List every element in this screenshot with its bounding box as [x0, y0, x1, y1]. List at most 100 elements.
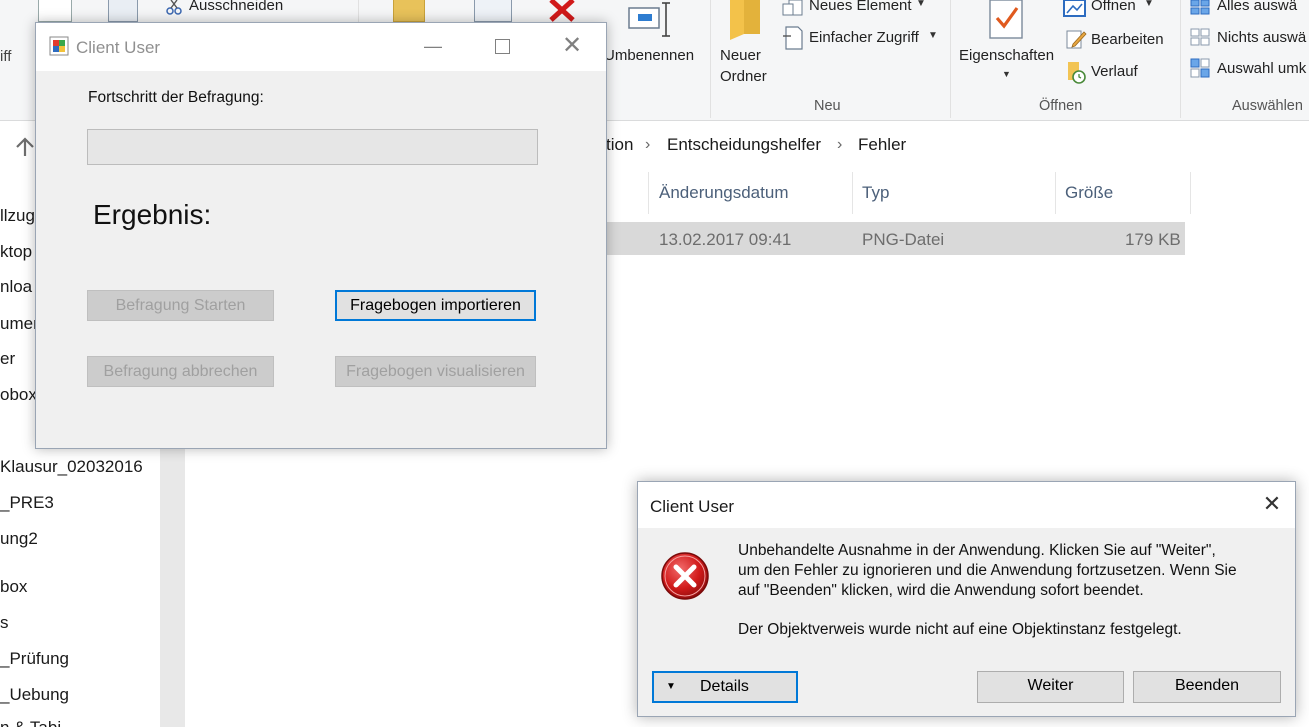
breadcrumb-item-2[interactable]: Fehler	[858, 135, 906, 155]
easy-access-label: Einfacher Zugriff	[809, 29, 919, 46]
client-user-window: Client User — ✕ Fortschritt der Befragun…	[35, 22, 607, 449]
continue-button[interactable]: Weiter	[977, 671, 1124, 703]
invert-selection-button[interactable]: Auswahl umk	[1188, 58, 1309, 82]
progress-label: Fortschritt der Befragung:	[88, 89, 264, 106]
error-message-line-3: auf "Beenden" klicken, wird die Anwendun…	[738, 582, 1144, 599]
chevron-down-icon: ▼	[916, 0, 926, 9]
nav-item[interactable]: ung2	[0, 529, 38, 549]
group-label-select: Auswählen	[1232, 98, 1303, 114]
history-button[interactable]: Verlauf	[1062, 60, 1162, 84]
nav-item[interactable]: ktop	[0, 242, 32, 262]
nav-item[interactable]: llzug	[0, 206, 35, 226]
paste-icon[interactable]	[108, 0, 138, 22]
group-label-new: Neu	[814, 98, 841, 114]
dialog-titlebar[interactable]: Client User ✕	[638, 482, 1295, 528]
window-titlebar[interactable]: Client User — ✕	[36, 23, 606, 71]
edit-button[interactable]: Bearbeiten	[1062, 28, 1172, 52]
properties-button[interactable]: Eigenschaften ▼	[956, 0, 1058, 90]
error-icon	[661, 552, 709, 600]
cancel-survey-button[interactable]: Befragung abbrechen	[87, 356, 274, 387]
nav-item[interactable]: n & Tabi	[0, 718, 61, 727]
folder-icon	[730, 0, 760, 40]
group-label-open: Öffnen	[1039, 98, 1083, 114]
chevron-down-icon: ▼	[928, 30, 938, 41]
import-questionnaire-button[interactable]: Fragebogen importieren	[335, 290, 536, 321]
cut-button[interactable]: Ausschneiden	[162, 0, 292, 18]
nav-item[interactable]: _Uebung	[0, 685, 69, 705]
nav-item[interactable]: er	[0, 349, 15, 369]
visualize-questionnaire-button[interactable]: Fragebogen visualisieren	[335, 356, 536, 387]
nav-item[interactable]: _PRE3	[0, 493, 54, 513]
nav-item[interactable]: _Prüfung	[0, 649, 69, 669]
close-icon: ✕	[1262, 491, 1282, 516]
open-button[interactable]: Öffnen ▼	[1062, 0, 1162, 20]
edit-label: Bearbeiten	[1091, 31, 1164, 48]
new-item-icon	[782, 0, 803, 16]
ribbon-partial-label: iff	[0, 48, 12, 65]
easy-access-icon	[783, 26, 803, 50]
quit-button[interactable]: Beenden	[1133, 671, 1281, 703]
select-none-button[interactable]: Nichts auswä	[1188, 28, 1309, 50]
breadcrumb-item-0[interactable]: tion	[606, 135, 633, 155]
minimize-icon: —	[424, 36, 442, 56]
new-folder-label-2: Ordner	[720, 68, 767, 85]
breadcrumb-item-1[interactable]: Entscheidungshelfer	[667, 135, 821, 155]
error-detail: Der Objektverweis wurde nicht auf eine O…	[738, 621, 1182, 638]
nav-item[interactable]: obox	[0, 385, 37, 405]
window-title: Client User	[76, 38, 161, 57]
new-folder-button[interactable]: Neuer Ordner	[716, 0, 776, 90]
new-item-label: Neues Element	[809, 0, 912, 14]
result-heading: Ergebnis:	[93, 199, 212, 230]
invert-selection-icon	[1190, 58, 1210, 78]
app-icon	[49, 36, 69, 56]
nav-item[interactable]: box	[0, 577, 27, 597]
minimize-button[interactable]: —	[410, 23, 456, 71]
up-arrow-icon[interactable]	[14, 136, 36, 158]
chevron-down-icon: ▼	[1144, 0, 1154, 9]
error-message-line-1: Unbehandelte Ausnahme in der Anwendung. …	[738, 542, 1216, 559]
new-folder-label-1: Neuer	[720, 47, 761, 64]
progress-bar	[87, 129, 538, 165]
navigation-scrollbar[interactable]	[160, 440, 185, 727]
edit-icon	[1066, 30, 1087, 49]
maximize-button[interactable]	[479, 23, 525, 71]
details-button[interactable]: ▼ Details	[652, 671, 798, 703]
file-date: 13.02.2017 09:41	[659, 230, 792, 249]
nav-item[interactable]: nloa	[0, 277, 32, 297]
copy-to-icon[interactable]	[474, 0, 512, 22]
invert-selection-label: Auswahl umk	[1217, 60, 1307, 77]
select-all-icon	[1190, 0, 1210, 15]
details-label: Details	[700, 678, 749, 695]
nav-item[interactable]: Klausur_02032016	[0, 457, 143, 477]
select-none-icon	[1190, 28, 1210, 46]
maximize-icon	[494, 39, 510, 54]
move-to-icon[interactable]	[393, 0, 425, 22]
open-icon	[1063, 0, 1086, 17]
column-header-date[interactable]: Änderungsdatum	[659, 183, 788, 203]
rename-label: Umbenennen	[604, 47, 695, 64]
breadcrumb-chevron-icon: ›	[645, 136, 651, 153]
dialog-close-button[interactable]: ✕	[1249, 482, 1295, 528]
breadcrumb-chevron-icon: ›	[837, 136, 843, 153]
error-dialog: Client User ✕ Unbehandelte Ausnahme in d…	[637, 481, 1296, 717]
column-header-type[interactable]: Typ	[862, 183, 889, 203]
rename-icon	[628, 2, 670, 37]
column-header-size[interactable]: Größe	[1065, 183, 1113, 203]
error-message-line-2: um den Fehler zu ignorieren und die Anwe…	[738, 562, 1237, 579]
select-all-button[interactable]: Alles auswä	[1188, 0, 1309, 20]
scissors-icon	[166, 0, 182, 15]
copy-path-icon[interactable]	[38, 0, 72, 22]
rename-button[interactable]: Umbenennen	[604, 0, 700, 70]
nav-item[interactable]: s	[0, 613, 9, 633]
properties-icon	[989, 0, 1023, 39]
new-item-button[interactable]: Neues Element ▼	[780, 0, 930, 20]
easy-access-button[interactable]: Einfacher Zugriff ▼	[780, 26, 940, 52]
delete-icon[interactable]	[548, 0, 586, 22]
dialog-title: Client User	[650, 497, 735, 516]
history-label: Verlauf	[1091, 63, 1138, 80]
close-button[interactable]: ✕	[549, 23, 595, 71]
file-size: 179 KB	[1125, 230, 1181, 249]
start-survey-button[interactable]: Befragung Starten	[87, 290, 274, 321]
chevron-down-icon: ▼	[1002, 69, 1011, 79]
file-type: PNG-Datei	[862, 230, 945, 249]
